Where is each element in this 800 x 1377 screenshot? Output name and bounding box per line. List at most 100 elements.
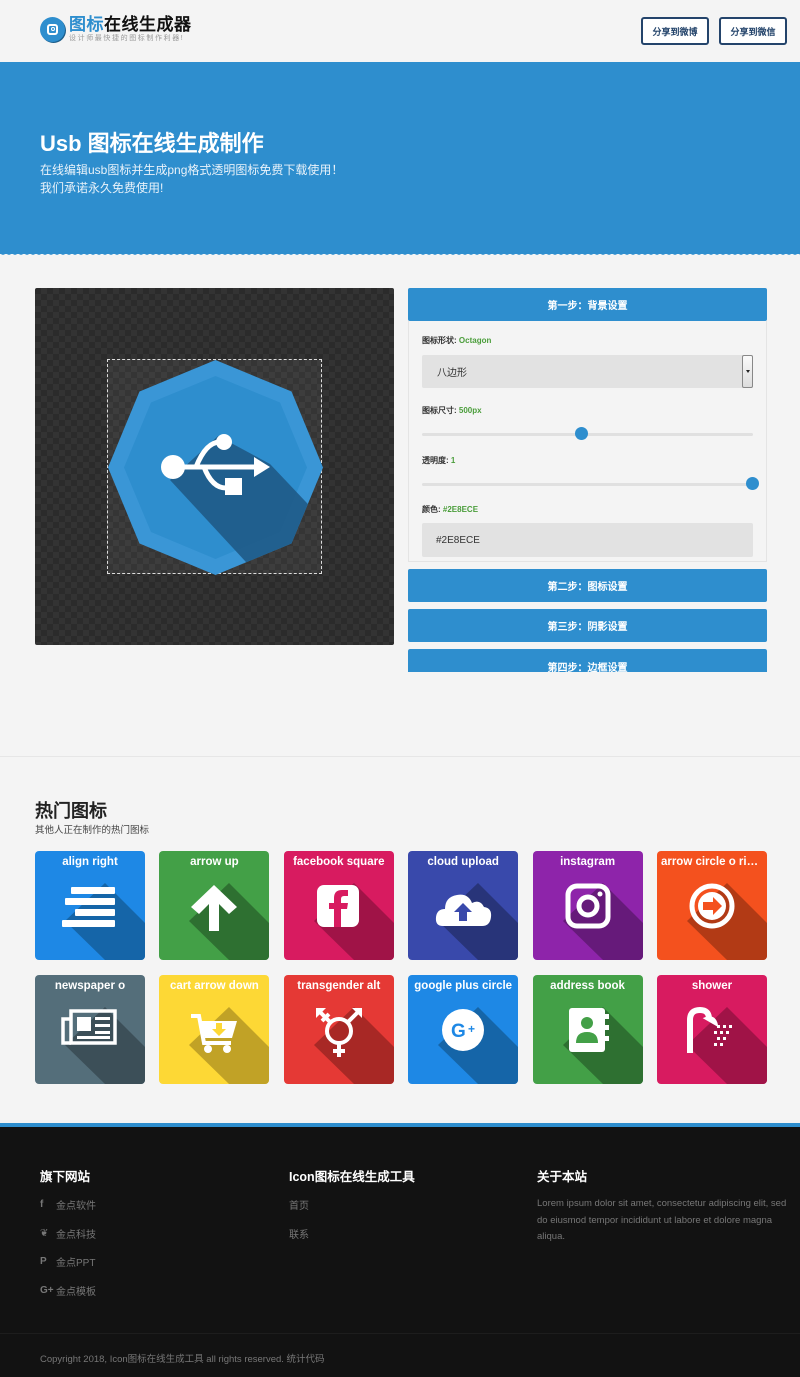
step-2[interactable]: 第二步：图标设置 xyxy=(408,569,767,602)
footer-link-home[interactable]: 首页 xyxy=(289,1197,309,1212)
color-value: #2E8ECE xyxy=(442,505,479,514)
opacity-slider-track[interactable] xyxy=(422,483,753,486)
svg-text:G: G xyxy=(451,1021,466,1042)
popular-icon-label: cart arrow down xyxy=(169,980,259,992)
color-label: 颜色: #2E8ECE xyxy=(422,504,753,515)
usb-preview-icon xyxy=(108,360,323,575)
footer-link-software[interactable]: f 金点软件 xyxy=(40,1197,96,1212)
step-3[interactable]: 第三步：阴影设置 xyxy=(408,609,767,642)
page-title: Usb 图标在线生成制作 xyxy=(40,131,264,156)
popular-icon-label: cloud upload xyxy=(427,856,499,868)
logo-title-accent: 图标 xyxy=(69,15,104,34)
popular-icon-label: align right xyxy=(62,856,118,868)
preview-canvas xyxy=(35,288,394,645)
popular-icon-label: facebook square xyxy=(293,856,385,868)
popular-icon-label: transgender alt xyxy=(297,980,381,992)
popular-icon-label: google plus circle xyxy=(414,980,513,992)
popular-icon-tile[interactable]: facebook square xyxy=(283,851,394,960)
size-label-text: 图标尺寸: xyxy=(422,406,457,415)
pinterest-icon: P xyxy=(40,1256,47,1267)
popular-icons-subtitle: 其他人正在制作的热门图标 xyxy=(35,825,150,836)
step-4[interactable]: 第四步：边框设置 xyxy=(408,649,767,672)
facebook-icon: f xyxy=(40,1199,44,1210)
footer-about-text: Lorem ipsum dolor sit amet, consectetur … xyxy=(537,1198,787,1242)
logo-title-rest: 在线生成器 xyxy=(104,15,192,34)
popular-icons-grid: align right arrow up facebook square cloud … xyxy=(35,851,767,1084)
popular-icon-tile[interactable]: G + google plus circle xyxy=(408,975,519,1084)
shape-select-value: 八边形 xyxy=(437,368,467,379)
icon-selection-box[interactable] xyxy=(107,359,323,575)
step-3-header[interactable]: 第三步：阴影设置 xyxy=(408,609,767,642)
size-label: 图标尺寸: 500px xyxy=(422,405,753,416)
size-slider-thumb[interactable] xyxy=(574,427,588,440)
footer-col1-title: 旗下网站 xyxy=(40,1170,91,1184)
popular-icons-title: 热门图标 xyxy=(35,801,107,821)
step-2-header[interactable]: 第二步：图标设置 xyxy=(408,569,767,602)
settings-panel: 第一步：背景设置 图标形状: Octagon 八边形 图标尺寸: 500px 透… xyxy=(408,288,767,672)
google-plus-icon: G+ xyxy=(40,1285,54,1296)
popular-icon-tile[interactable]: shower xyxy=(656,975,767,1084)
share-weibo-button[interactable]: 分享到微博 xyxy=(641,17,709,45)
footer-link-template[interactable]: G+ 金点模板 xyxy=(40,1283,96,1298)
footer-link-ppt[interactable]: P 金点PPT xyxy=(40,1254,95,1269)
hero-line-1: 在线编辑usb图标并生成png格式透明图标免费下载使用！ xyxy=(40,163,344,177)
step-1-header[interactable]: 第一步：背景设置 xyxy=(408,288,767,321)
popular-icon-tile[interactable]: instagram xyxy=(532,851,643,960)
share-weixin-button[interactable]: 分享到微信 xyxy=(719,17,787,45)
color-label-text: 颜色: xyxy=(422,505,441,514)
popular-icon-tile[interactable]: arrow circle o rig... xyxy=(656,851,767,960)
footer-link-tech[interactable]: ❦ 金点科技 xyxy=(40,1226,96,1241)
hero-description: 在线编辑usb图标并生成png格式透明图标免费下载使用！ 我们承诺永久免费使用! xyxy=(40,161,343,197)
opacity-slider-thumb[interactable] xyxy=(746,477,759,490)
popular-icon-tile[interactable]: cart arrow down xyxy=(159,975,270,1084)
footer-link-label: 金点软件 xyxy=(56,1201,96,1212)
popular-icon-label: instagram xyxy=(560,856,616,868)
copyright: Copyright 2018, Icon图标在线生成工具 all rights … xyxy=(40,1354,325,1365)
long-shadow xyxy=(189,883,270,960)
twitter-icon: ❦ xyxy=(40,1228,49,1239)
shape-label-text: 图标形状: xyxy=(422,336,457,345)
section-divider xyxy=(0,756,800,757)
chevron-down-icon[interactable] xyxy=(742,355,753,388)
color-input[interactable]: #2E8ECE xyxy=(422,523,753,557)
size-value: 500px xyxy=(458,406,482,415)
popular-icon-tile[interactable]: newspaper o xyxy=(35,975,145,1084)
shape-select[interactable]: 八边形 xyxy=(422,355,753,388)
footer-link-label: 金点科技 xyxy=(56,1230,96,1241)
size-slider[interactable] xyxy=(422,425,753,443)
popular-icon-tile[interactable]: cloud upload xyxy=(408,851,519,960)
shape-value: Octagon xyxy=(458,336,492,345)
popular-icon-tile[interactable]: transgender alt xyxy=(283,975,394,1084)
footer-link-label: 金点模板 xyxy=(56,1287,96,1298)
popular-icon-label: arrow up xyxy=(190,856,239,868)
shape-label: 图标形状: Octagon xyxy=(422,335,753,346)
instagram-logo-icon xyxy=(40,16,65,42)
opacity-value: 1 xyxy=(450,456,456,465)
popular-icon-label: arrow circle o rig... xyxy=(660,856,763,868)
popular-icon-tile[interactable]: address book xyxy=(532,975,643,1084)
site-footer xyxy=(0,1127,800,1377)
footer-separator xyxy=(0,1333,800,1334)
step-1-body: 图标形状: Octagon 八边形 图标尺寸: 500px 透明度: 1 颜色:… xyxy=(408,321,767,562)
svg-text:+: + xyxy=(468,1022,475,1036)
opacity-slider[interactable] xyxy=(422,475,759,493)
opacity-label: 透明度: 1 xyxy=(422,455,753,466)
popular-icon-label: newspaper o xyxy=(54,980,126,992)
opacity-label-text: 透明度: xyxy=(422,456,449,465)
site-header: 图标在线生成器 设计师最快捷的图标制作利器! 分享到微博 分享到微信 xyxy=(0,0,800,62)
long-shadow xyxy=(686,1007,767,1084)
popular-icon-label: shower xyxy=(691,980,733,992)
hero-banner xyxy=(0,62,800,254)
footer-col3-title: 关于本站 xyxy=(537,1170,588,1184)
logo-subtitle: 设计师最快捷的图标制作利器! xyxy=(69,35,185,42)
logo[interactable]: 图标在线生成器 设计师最快捷的图标制作利器! xyxy=(40,16,192,42)
popular-icon-label: address book xyxy=(550,980,625,992)
footer-col2-title: Icon图标在线生成工具 xyxy=(289,1170,415,1184)
popular-icon-tile[interactable]: align right xyxy=(35,851,145,960)
hero-zigzag-edge xyxy=(0,252,800,258)
footer-link-label: 金点PPT xyxy=(56,1258,96,1269)
step-4-header[interactable]: 第四步：边框设置 xyxy=(408,649,767,672)
logo-title: 图标在线生成器 xyxy=(69,16,192,33)
popular-icon-tile[interactable]: arrow up xyxy=(159,851,270,960)
footer-link-contact[interactable]: 联系 xyxy=(289,1226,309,1241)
